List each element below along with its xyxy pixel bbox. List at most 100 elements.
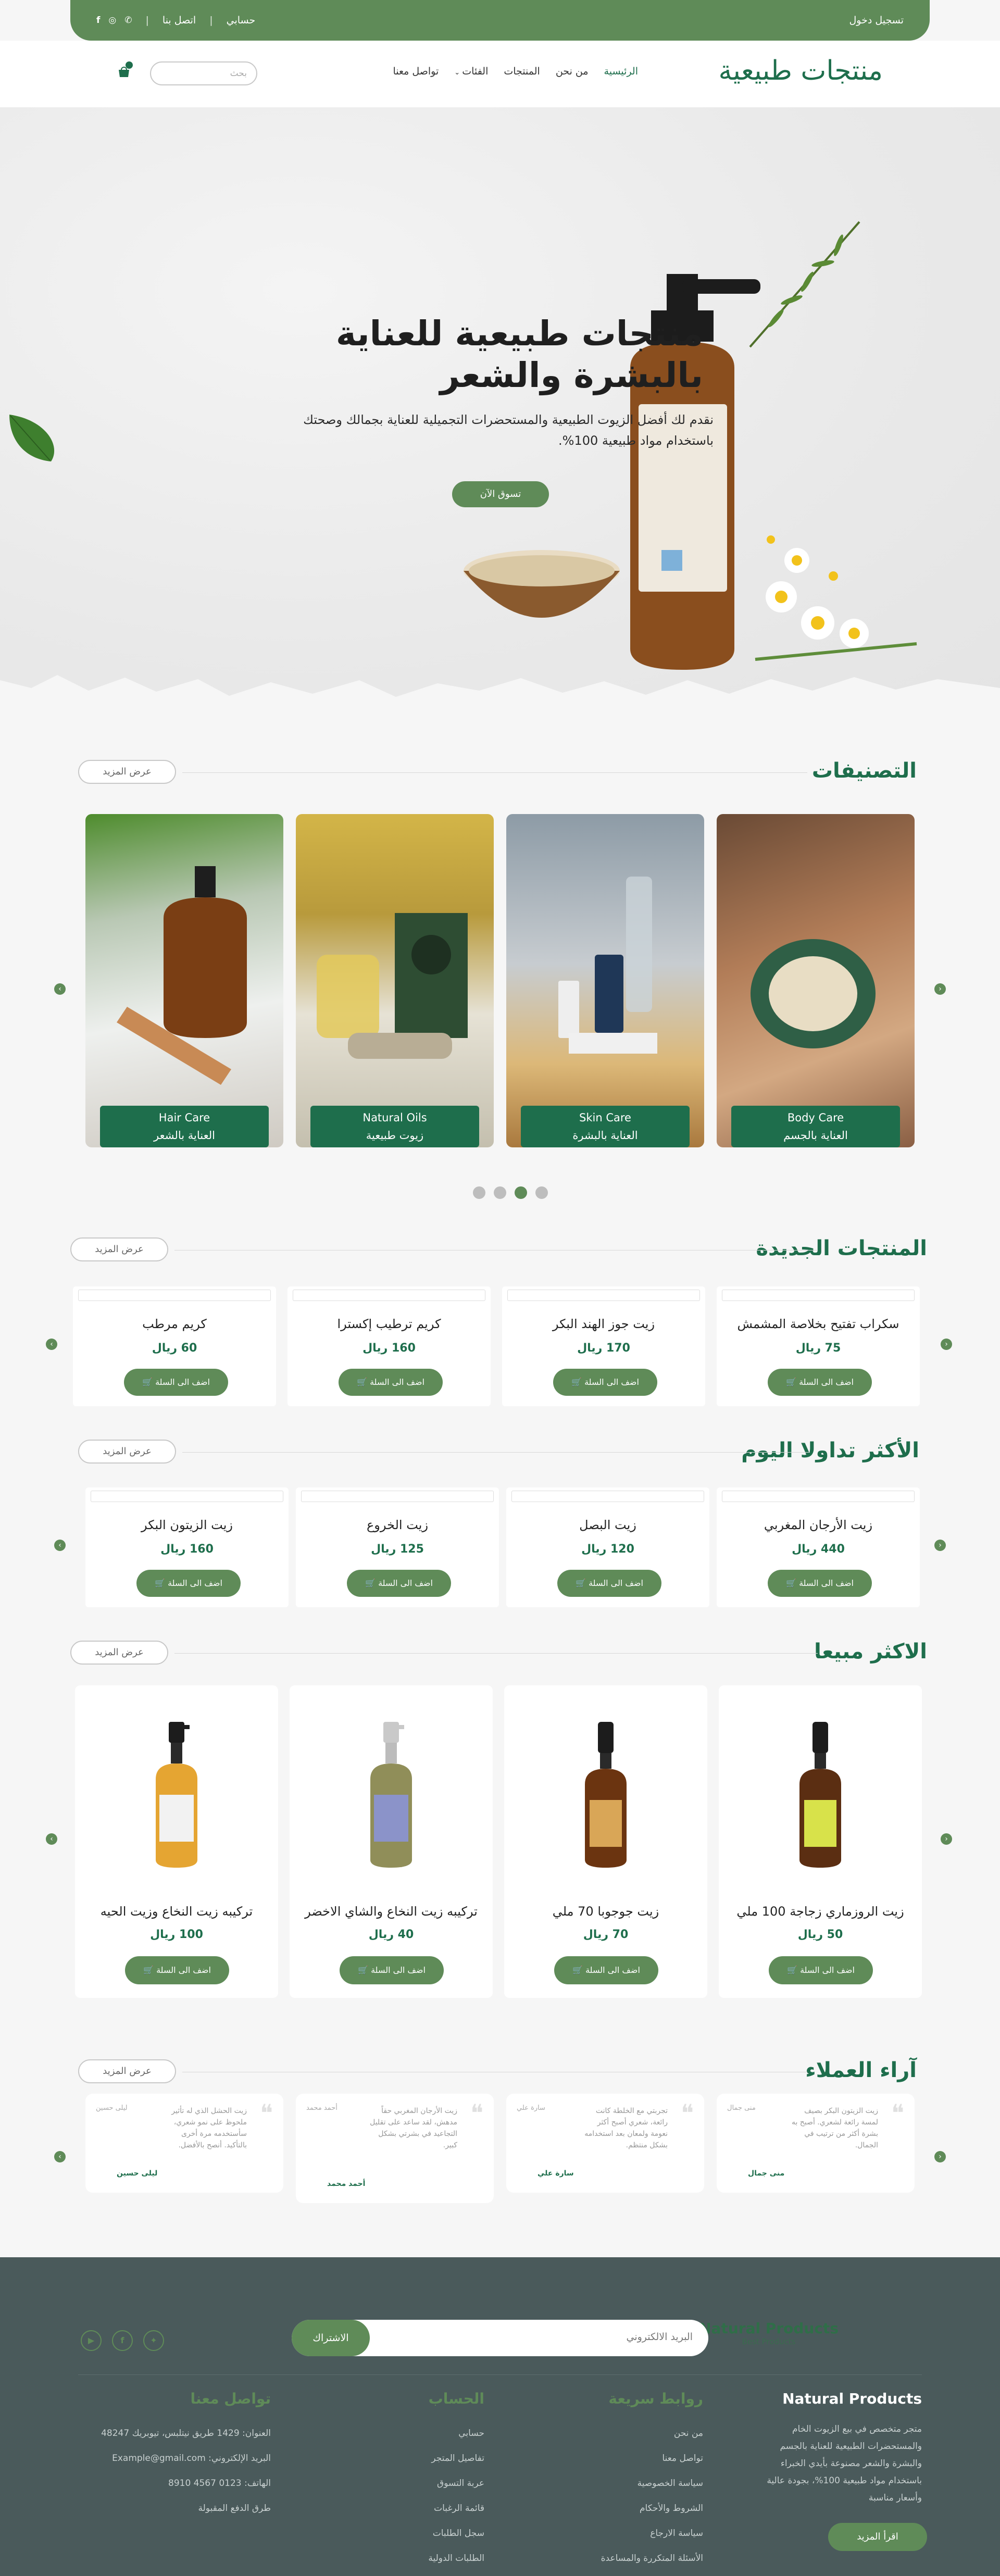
add-to-cart-button[interactable]: اضف الى السلة 🛒 <box>124 1369 228 1396</box>
product-card[interactable]: زيت الروزماري زجاجة 100 ملي 50 ريال اضف ال… <box>719 1685 922 1998</box>
add-to-cart-button[interactable]: اضف الى السلة 🛒 <box>136 1570 241 1597</box>
carousel-dot-active[interactable] <box>515 1186 527 1199</box>
add-to-cart-button[interactable]: اضف الى السلة 🛒 <box>557 1570 661 1597</box>
product-card[interactable]: كريم مرطب 60 ريال اضف الى السلة 🛒 <box>73 1286 276 1406</box>
product-image-placeholder <box>293 1290 485 1301</box>
avatar: منى جمال <box>727 2104 756 2112</box>
footer-link[interactable]: سياسة الارجاع <box>568 2521 703 2546</box>
product-card[interactable]: زيت الأرجان المغربي 440 ريال اضف الى السلة… <box>717 1487 920 1607</box>
nav-home[interactable]: الرئيسية <box>604 66 638 77</box>
footer: Natural Products Best Products البريد ال… <box>0 2257 1000 2576</box>
product-card[interactable]: زيت البصل 120 ريال اضف الى السلة 🛒 <box>506 1487 709 1607</box>
quote-icon: ❝ <box>681 2099 694 2127</box>
category-card-hair-care[interactable]: Hair Care العناية بالشعر <box>85 814 283 1147</box>
footer-link[interactable]: حسابي <box>370 2421 484 2446</box>
cart-icon: 🛒 <box>576 1578 586 1588</box>
arrow-right-icon[interactable]: › <box>934 983 946 995</box>
footer-link[interactable]: عربة التسوق <box>370 2471 484 2496</box>
nav-contact[interactable]: تواصل معنا <box>393 66 439 77</box>
footer-link[interactable]: من نحن <box>568 2421 703 2446</box>
view-more-button[interactable]: عرض المزيد <box>70 1237 168 1261</box>
cart-icon: 🛒 <box>571 1377 582 1387</box>
product-card[interactable]: زيت الزيتون البكر 160 ريال اضف الى السلة 🛒 <box>85 1487 289 1607</box>
category-card-skin-care[interactable]: Skin Care العناية بالبشرة <box>506 814 704 1147</box>
view-more-button[interactable]: عرض المزيد <box>78 1440 176 1464</box>
category-card-natural-oils[interactable]: Natural Oils زيوت طبيعية <box>296 814 494 1147</box>
add-to-cart-button[interactable]: اضف الى السلة 🛒 <box>340 1956 444 1984</box>
footer-link[interactable]: سياسة الخصوصية <box>568 2471 703 2496</box>
arrow-left-icon[interactable]: ‹ <box>54 1540 66 1551</box>
footer-link[interactable]: الأسئلة المتكررة والمساعدة <box>568 2546 703 2571</box>
add-to-cart-button[interactable]: اضف الى السلة 🛒 <box>339 1369 443 1396</box>
review-card: ❝ زيت الحشل الذي له تأثير ملحوظ على نمو ش… <box>85 2094 283 2193</box>
contact-email[interactable]: البريد الإلكتروني: Example@gmail.com <box>83 2446 271 2471</box>
add-to-cart-button[interactable]: اضف الى السلة 🛒 <box>769 1956 873 1984</box>
product-card[interactable]: سكراب تفتيح بخلاصة المشمش 75 ريال اضف الى … <box>717 1286 920 1406</box>
product-price: 60 ريال <box>152 1342 197 1355</box>
footer-link[interactable]: تفاصيل المتجر <box>370 2446 484 2471</box>
twitter-icon[interactable]: ✦ <box>143 2330 164 2351</box>
carousel-dot[interactable] <box>535 1186 548 1199</box>
whatsapp-icon[interactable]: ✆ <box>124 15 132 26</box>
arrow-right-icon[interactable]: › <box>941 1339 952 1350</box>
add-to-cart-button[interactable]: اضف الى السلة 🛒 <box>554 1956 658 1984</box>
divider <box>182 772 807 773</box>
carousel-dot[interactable] <box>473 1186 485 1199</box>
arrow-left-icon[interactable]: ‹ <box>46 1339 57 1350</box>
nav-categories[interactable]: الفئات ⌄ <box>454 66 488 77</box>
youtube-icon[interactable]: ▶ <box>81 2330 102 2351</box>
cart-icon: 🛒 <box>155 1578 165 1588</box>
product-card[interactable]: زيت جوز الهند البكر 170 ريال اضف الى السلة… <box>502 1286 705 1406</box>
arrow-left-icon[interactable]: ‹ <box>54 983 66 995</box>
product-card[interactable]: تركيبه زيت النخاع وزيت الحيه 100 ريال اضف … <box>75 1685 278 1998</box>
product-card[interactable]: زيت جوجوبا 70 ملي 70 ريال اضف الى السلة 🛒 <box>504 1685 707 1998</box>
footer-link[interactable]: تواصل معنا <box>568 2446 703 2471</box>
facebook-icon[interactable]: f <box>96 15 100 26</box>
cart-icon[interactable] <box>117 61 133 79</box>
product-card[interactable]: تركيبه زيت النخاع والشاي الاخضر 40 ريال اض… <box>290 1685 493 1998</box>
footer-link[interactable]: الطلبات الدولية <box>370 2546 484 2571</box>
footer-link[interactable]: الشروط والأحكام <box>568 2496 703 2521</box>
product-card[interactable]: كريم ترطيب إكسترا 160 ريال اضف الى السلة 🛒 <box>288 1286 491 1406</box>
rosemary-oil-bottle-image <box>799 1722 841 1868</box>
facebook-icon[interactable]: f <box>112 2330 133 2351</box>
subscribe-button[interactable]: الاشتراك <box>292 2320 370 2356</box>
category-card-body-care[interactable]: Body Care العناية بالجسم <box>717 814 915 1147</box>
site-logo[interactable]: منتجات طبيعية <box>718 55 883 86</box>
subscribe-form: البريد الالكتروني الاشتراك <box>292 2320 708 2356</box>
email-field[interactable]: البريد الالكتروني <box>627 2331 693 2343</box>
footer-link[interactable]: قائمة الرغبات <box>370 2496 484 2521</box>
main-nav: الرئيسية من نحن المنتجات الفئات ⌄ تواصل … <box>393 66 638 77</box>
add-to-cart-button[interactable]: اضف الى السلة 🛒 <box>768 1369 872 1396</box>
footer-brand: Natural Products Best Products <box>699 2320 839 2346</box>
product-price: 440 ريال <box>792 1543 845 1556</box>
add-to-cart-button[interactable]: اضف الى السلة 🛒 <box>553 1369 657 1396</box>
footer-brand-name: Natural Products <box>699 2320 839 2337</box>
nav-about[interactable]: من نحن <box>556 66 589 77</box>
instagram-icon[interactable]: ◎ <box>108 15 116 26</box>
product-card[interactable]: زيت الخروع 125 ريال اضف الى السلة 🛒 <box>296 1487 499 1607</box>
shop-now-button[interactable]: تسوق الآن <box>452 481 549 507</box>
view-more-button[interactable]: عرض المزيد <box>70 1641 168 1665</box>
account-link[interactable]: حسابي <box>227 15 256 26</box>
product-name: زيت جوجوبا 70 ملي <box>552 1904 659 1919</box>
footer-link[interactable]: سجل الطلبات <box>370 2521 484 2546</box>
arrow-right-icon[interactable]: › <box>934 2151 946 2162</box>
read-more-button[interactable]: اقرأ المزيد <box>828 2523 927 2551</box>
login-link[interactable]: تسجيل دخول <box>849 15 904 26</box>
contact-link[interactable]: اتصل بنا <box>162 15 196 26</box>
arrow-left-icon[interactable]: ‹ <box>46 1833 57 1845</box>
search-input[interactable]: بحث <box>150 61 257 85</box>
view-more-button[interactable]: عرض المزيد <box>78 760 176 784</box>
carousel-dot[interactable] <box>494 1186 506 1199</box>
add-to-cart-button[interactable]: اضف الى السلة 🛒 <box>347 1570 451 1597</box>
arrow-right-icon[interactable]: › <box>934 1540 946 1551</box>
arrow-right-icon[interactable]: › <box>941 1833 952 1845</box>
add-to-cart-button[interactable]: اضف الى السلة 🛒 <box>125 1956 229 1984</box>
arrow-left-icon[interactable]: ‹ <box>54 2151 66 2162</box>
add-to-cart-button[interactable]: اضف الى السلة 🛒 <box>768 1570 872 1597</box>
nav-products[interactable]: المنتجات <box>504 66 540 77</box>
category-label-en: Body Care <box>787 1111 844 1124</box>
contact-phone[interactable]: الهاتف: 0123 4567 8910 <box>83 2471 271 2496</box>
view-more-button[interactable]: عرض المزيد <box>78 2059 176 2083</box>
